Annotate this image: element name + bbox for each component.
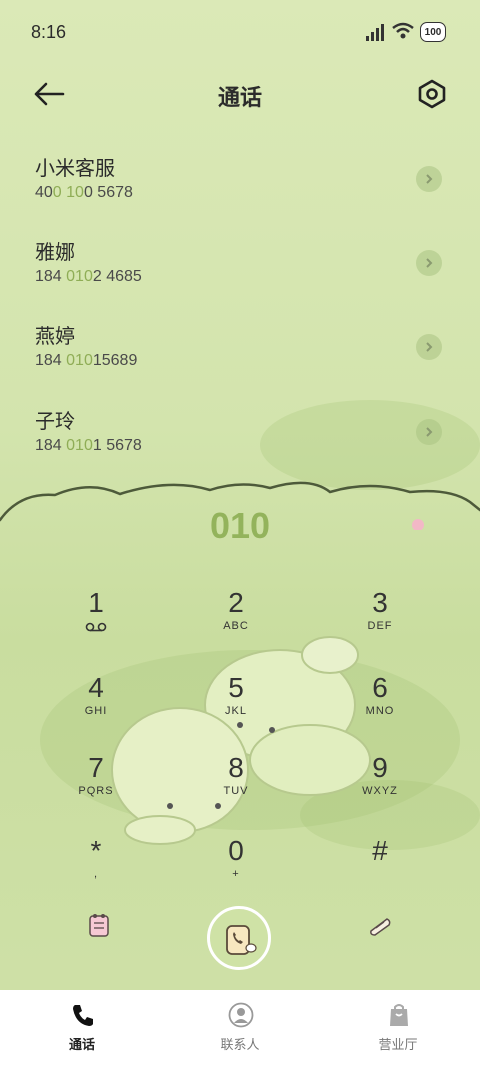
nav-tab-calls[interactable]: 通话	[22, 990, 142, 1067]
contact-number: 184 0101 5678	[35, 437, 142, 454]
dial-key-digit: 1	[88, 587, 104, 618]
chevron-right-icon	[426, 258, 433, 268]
contact-name: 小米客服	[35, 156, 115, 180]
dial-key-3[interactable]: 3 DEF	[320, 587, 440, 633]
nav-tab-contacts[interactable]: 联系人	[180, 990, 300, 1067]
dial-key-star[interactable]: * ,	[36, 835, 156, 881]
dial-key-8[interactable]: 8 TUV	[176, 752, 296, 798]
dial-key-0[interactable]: 0 +	[176, 835, 296, 881]
phone-icon	[73, 1005, 93, 1026]
contact-name: 子玲	[35, 409, 75, 433]
wifi-icon	[392, 22, 414, 39]
dial-key-digit: 7	[88, 752, 104, 783]
contact-detail-button[interactable]	[416, 334, 442, 360]
dial-key-digit: 9	[372, 752, 388, 783]
contact-detail-button[interactable]	[416, 166, 442, 192]
nav-label: 联系人	[220, 1038, 260, 1053]
contact-number: 400 100 5678	[35, 184, 133, 201]
dial-key-digit: 2	[228, 587, 244, 618]
notepad-icon[interactable]	[88, 912, 110, 938]
contact-number: 184 01015689	[35, 352, 138, 369]
chevron-right-icon	[426, 427, 433, 437]
contacts-icon	[228, 1002, 254, 1028]
dial-key-letters: +	[232, 868, 240, 880]
contact-detail-button[interactable]	[416, 419, 442, 445]
dial-key-letters: GHI	[84, 705, 108, 717]
dial-key-digit: *	[90, 835, 102, 866]
bunny-illustration	[111, 636, 371, 845]
signal-icon	[366, 24, 384, 41]
dial-key-digit: 4	[88, 672, 104, 703]
phone-call-icon	[226, 925, 257, 955]
dial-key-letters: TUV	[223, 785, 249, 797]
status-bar: 8:16 100	[0, 0, 480, 64]
contact-name: 燕婷	[35, 324, 75, 348]
dial-key-digit: #	[372, 835, 388, 866]
dial-key-digit: 3	[372, 587, 388, 618]
contact-row[interactable]: 雅娜 184 0102 4685	[0, 236, 480, 316]
page-title: 通话	[217, 86, 262, 111]
shopping-bag-icon	[390, 1004, 408, 1026]
status-time: 8:16	[31, 22, 67, 42]
scroll-icon[interactable]	[367, 915, 393, 937]
contact-detail-button[interactable]	[416, 250, 442, 276]
dial-key-letters: ,	[93, 868, 99, 880]
dial-key-letters: WXYZ	[362, 785, 398, 797]
dial-key-6[interactable]: 6 MNO	[320, 672, 440, 718]
dial-key-2[interactable]: 2 ABC	[176, 587, 296, 633]
dial-key-7[interactable]: 7 PQRS	[36, 752, 156, 798]
nav-label: 营业厅	[378, 1038, 418, 1053]
dial-key-hash[interactable]: #	[320, 836, 440, 866]
dial-key-5[interactable]: 5 JKL	[176, 672, 296, 718]
dialed-number-display[interactable]: 010	[0, 505, 480, 547]
dial-key-letters: PQRS	[78, 785, 114, 797]
dial-key-4[interactable]: 4 GHI	[36, 672, 156, 718]
dial-key-9[interactable]: 9 WXYZ	[320, 752, 440, 798]
dial-key-digit: 0	[228, 835, 244, 866]
dial-key-letters: JKL	[225, 705, 247, 717]
settings-hexagon-icon[interactable]	[416, 78, 448, 110]
contact-name: 雅娜	[35, 240, 75, 264]
contact-row[interactable]: 小米客服 400 100 5678	[0, 152, 480, 232]
chevron-right-icon	[426, 342, 433, 352]
nav-label: 通话	[68, 1038, 95, 1053]
dial-key-letters: MNO	[365, 705, 395, 717]
call-button[interactable]	[207, 906, 271, 970]
contact-row[interactable]: 燕婷 184 01015689	[0, 320, 480, 400]
contact-number: 184 0102 4685	[35, 268, 142, 285]
chevron-right-icon	[426, 174, 433, 184]
dial-key-digit: 6	[372, 672, 388, 703]
dial-key-digit: 8	[228, 752, 244, 783]
dial-key-digit: 5	[228, 672, 244, 703]
battery-indicator: 100	[420, 22, 446, 42]
nav-tab-service-hall[interactable]: 营业厅	[338, 990, 458, 1067]
bottom-navigation: 通话 联系人 营业厅	[0, 990, 480, 1067]
